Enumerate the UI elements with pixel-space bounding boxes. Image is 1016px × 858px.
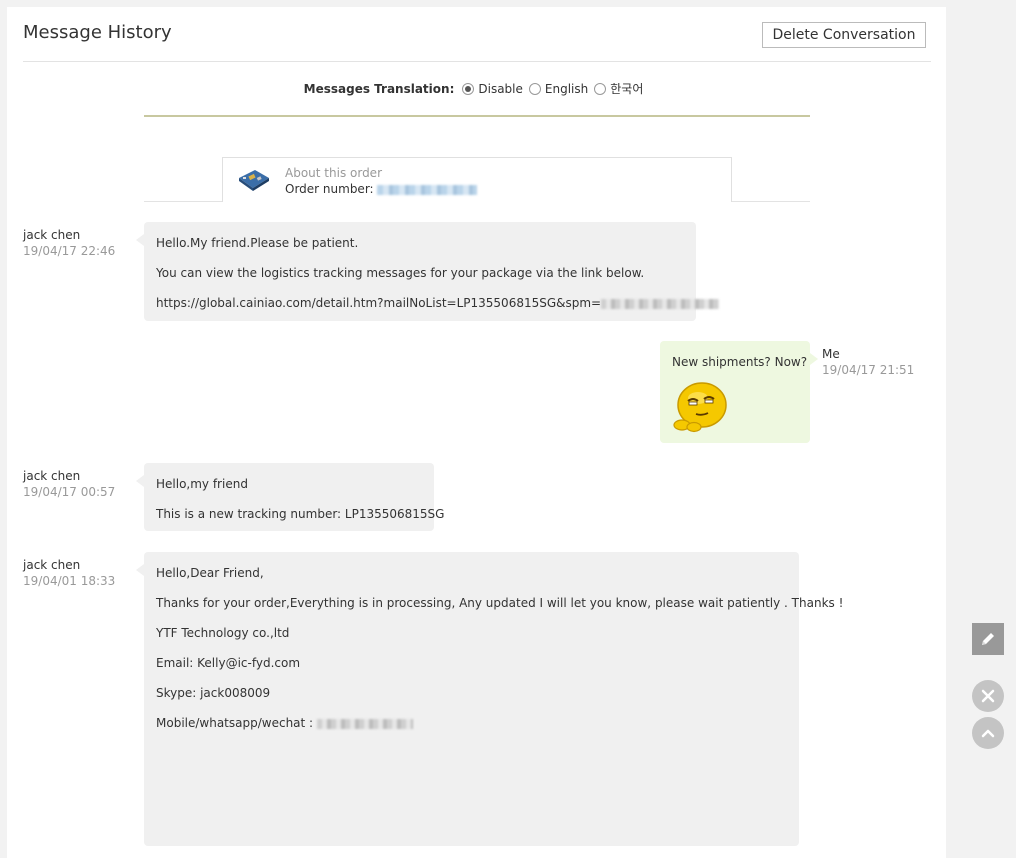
- translation-divider: [144, 115, 810, 117]
- edit-button[interactable]: [972, 623, 1004, 655]
- message-line: Hello,Dear Friend,: [156, 566, 264, 580]
- message-line: YTF Technology co.,ltd: [156, 626, 290, 640]
- message-line: This is a new tracking number: LP1355068…: [156, 507, 445, 521]
- close-button[interactable]: [972, 680, 1004, 712]
- message-line: Skype: jack008009: [156, 686, 271, 700]
- order-number-row: Order number:: [285, 182, 478, 196]
- message-sender-1: jack chen 19/04/17 22:46: [23, 228, 115, 258]
- scroll-top-button[interactable]: [972, 717, 1004, 749]
- message-line: Mobile/whatsapp/wechat :: [156, 714, 787, 732]
- page-title: Message History: [23, 22, 172, 43]
- message-line: Hello.My friend.Please be patient.: [156, 236, 359, 250]
- translation-option-english[interactable]: English: [528, 81, 589, 96]
- message-line: https://global.cainiao.com/detail.htm?ma…: [156, 294, 720, 312]
- message-bubble-4: Hello,Dear Friend, Thanks for your order…: [136, 552, 844, 846]
- order-number-label: Order number:: [285, 182, 374, 196]
- message-time: 19/04/17 00:57: [23, 485, 116, 499]
- message-bubble-3: Hello,my friend This is a new tracking n…: [136, 463, 445, 531]
- redacted-text: [601, 298, 720, 309]
- message-line: Thanks for your order,Everything is in p…: [156, 596, 844, 610]
- sender-name: jack chen: [23, 558, 81, 572]
- message-line: You can view the logistics tracking mess…: [156, 266, 645, 280]
- message-line: Email: Kelly@ic-fyd.com: [156, 656, 301, 670]
- message-line: New shipments? Now?: [672, 355, 808, 369]
- sender-name: jack chen: [23, 469, 81, 483]
- delete-conversation-button[interactable]: Delete Conversation: [762, 22, 926, 48]
- message-history-panel: Message History Delete Conversation Mess…: [7, 7, 946, 858]
- tracking-link[interactable]: https://global.cainiao.com/detail.htm?ma…: [156, 296, 601, 310]
- translation-option-korean[interactable]: 한국어: [594, 80, 643, 97]
- sender-name: jack chen: [23, 228, 81, 242]
- translation-option-label: English: [544, 81, 589, 96]
- message-line: Hello,my friend: [156, 477, 248, 491]
- message-line-text: Mobile/whatsapp/wechat :: [156, 716, 314, 730]
- message-bubble-2: New shipments? Now?: [660, 341, 818, 443]
- close-icon: [981, 689, 995, 703]
- title-divider: [23, 61, 931, 62]
- message-time: 19/04/17 21:51: [822, 363, 915, 377]
- order-number-redacted[interactable]: [377, 184, 478, 195]
- order-card[interactable]: About this order Order number:: [222, 157, 732, 202]
- product-thumbnail-icon[interactable]: [235, 164, 271, 194]
- translation-label: Messages Translation:: [303, 81, 455, 96]
- translation-bar: Messages Translation: Disable English 한국…: [7, 80, 946, 97]
- sender-name: Me: [822, 347, 840, 361]
- radio-english[interactable]: [528, 82, 541, 95]
- order-about-label: About this order: [285, 166, 383, 180]
- message-time: 19/04/01 18:33: [23, 574, 116, 588]
- message-time: 19/04/17 22:46: [23, 244, 116, 258]
- message-sender-3: jack chen 19/04/17 00:57: [23, 469, 115, 499]
- translation-option-disable[interactable]: Disable: [462, 82, 523, 96]
- chevron-up-icon: [981, 729, 995, 738]
- message-sender-2: Me 19/04/17 21:51: [822, 347, 914, 377]
- translation-option-label: 한국어: [610, 82, 644, 96]
- translation-option-label: Disable: [478, 81, 523, 96]
- message-sender-4: jack chen 19/04/01 18:33: [23, 558, 115, 588]
- radio-disable[interactable]: [462, 82, 475, 95]
- message-bubble-1: Hello.My friend.Please be patient. You c…: [136, 222, 720, 321]
- pencil-icon: [982, 633, 994, 645]
- redacted-text: [316, 718, 413, 729]
- radio-korean[interactable]: [594, 82, 607, 95]
- emoji-sticker-icon: [673, 382, 727, 433]
